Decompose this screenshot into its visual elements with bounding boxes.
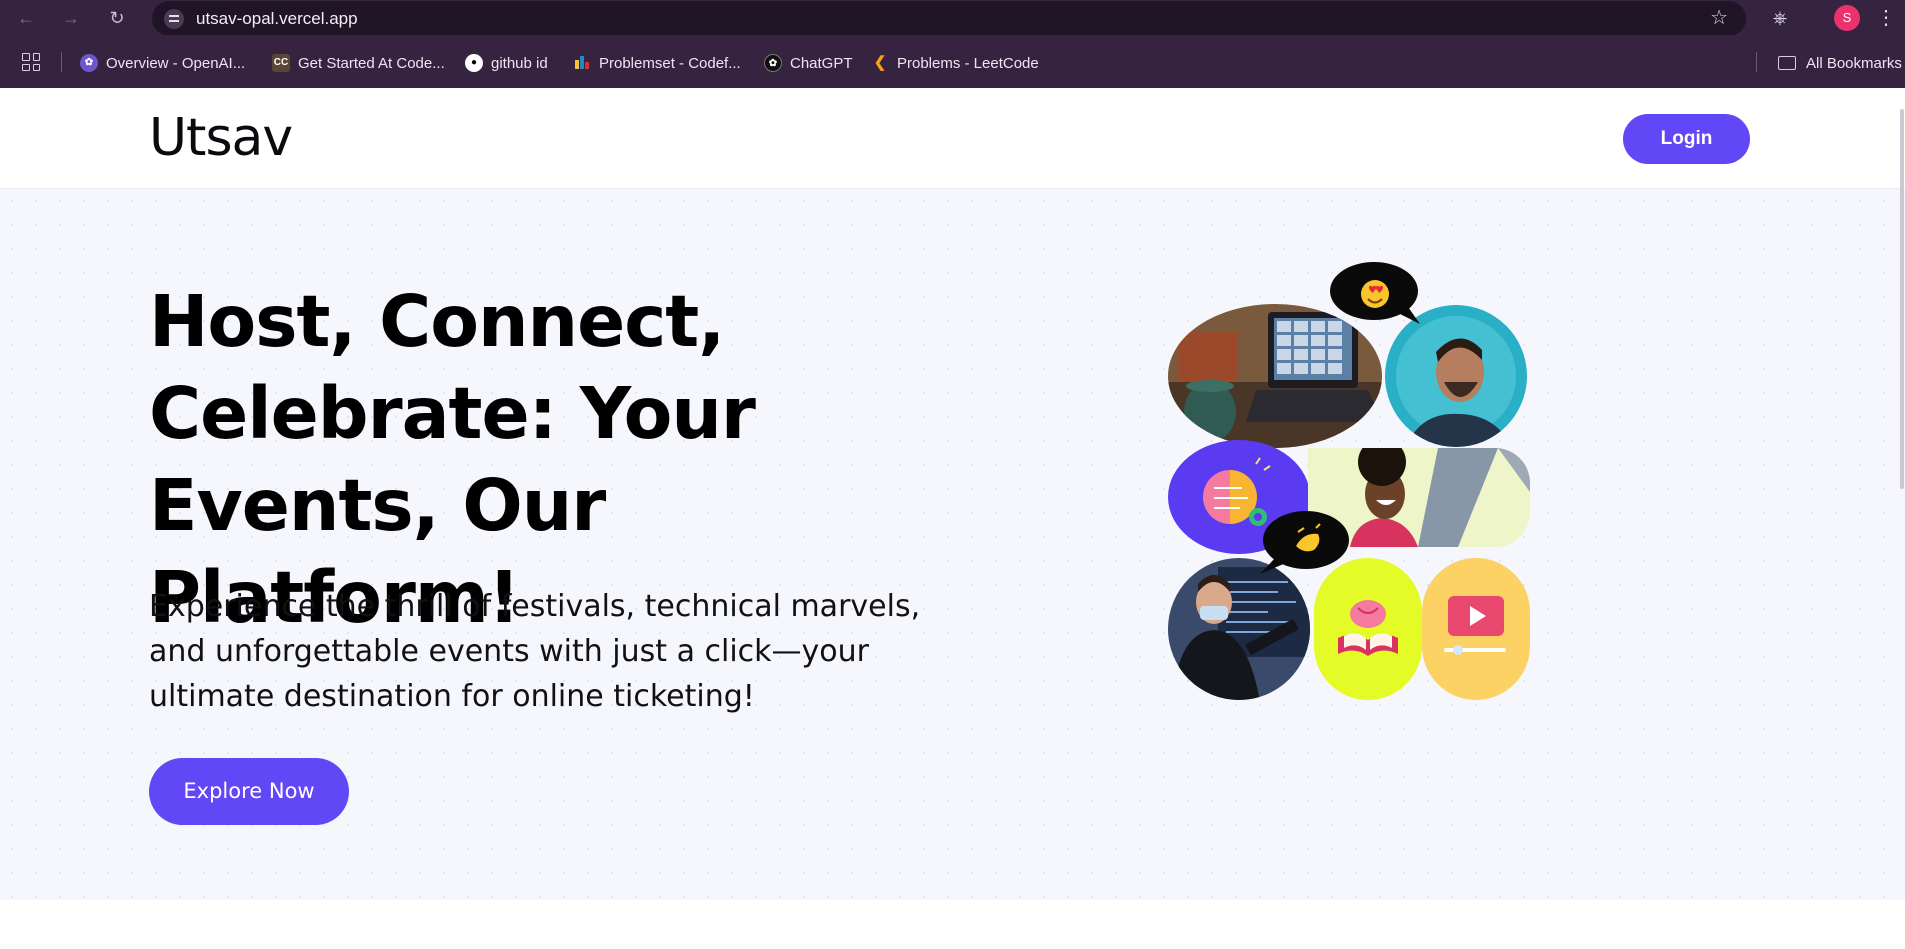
headline-line: Celebrate: Your (149, 372, 756, 455)
browser-toolbar: ← → ↻ utsav-opal.vercel.app ☆ ⎈ S ⋮ (0, 0, 1905, 36)
bookmarks-divider (1756, 52, 1757, 72)
leetcode-icon: ❮ (873, 54, 887, 71)
reload-icon[interactable]: ↻ (105, 6, 129, 30)
bookmark-codeforces[interactable]: Problemset - Codef... (573, 52, 741, 74)
profile-avatar[interactable]: S (1834, 5, 1860, 31)
hero-collage-illustration: ♥ ♥ (1168, 262, 1530, 700)
hero-subtext: Experience the thrill of festivals, tech… (149, 584, 949, 719)
bookmark-label: Overview - OpenAI... (106, 54, 246, 72)
folder-icon (1778, 56, 1796, 70)
all-bookmarks-button[interactable]: All Bookmarks (1778, 52, 1902, 74)
extensions-icon[interactable]: ⎈ (1768, 6, 1792, 30)
browser-menu-icon[interactable]: ⋮ (1876, 5, 1896, 31)
subtext-line: ultimate destination for online ticketin… (149, 679, 755, 714)
bookmarks-bar: ✿ Overview - OpenAI... CC Get Started At… (0, 35, 1905, 88)
bookmark-chatgpt[interactable]: ✿ ChatGPT (764, 52, 853, 74)
subtext-line: and unforgettable events with just a cli… (149, 634, 869, 669)
github-icon: ● (465, 54, 483, 72)
site-logo[interactable]: Utsav (149, 108, 293, 168)
hero-section: Host, Connect, Celebrate: Your Events, O… (0, 189, 1905, 900)
codechef-icon: CC (272, 54, 290, 72)
back-icon[interactable]: ← (14, 6, 38, 30)
svg-text:♥: ♥ (1375, 285, 1384, 296)
student-presenting-photo (1168, 558, 1310, 700)
site-header: Utsav Login (0, 88, 1905, 189)
explore-now-button[interactable]: Explore Now (149, 758, 349, 825)
openai-icon: ✿ (80, 54, 98, 72)
bookmark-codechef[interactable]: CC Get Started At Code... (272, 52, 445, 74)
login-button[interactable]: Login (1623, 114, 1750, 164)
laughing-man-photo (1385, 305, 1527, 447)
bookmark-label: ChatGPT (790, 54, 853, 72)
bookmark-github[interactable]: ● github id (465, 52, 548, 74)
bookmark-label: github id (491, 54, 548, 72)
site-info-icon[interactable] (164, 9, 184, 29)
bookmarks-divider (61, 52, 62, 72)
brain-book-tile (1314, 558, 1422, 700)
bookmark-leetcode[interactable]: ❮ Problems - LeetCode (871, 52, 1039, 74)
address-bar[interactable]: utsav-opal.vercel.app ☆ (152, 1, 1746, 36)
subtext-line: Experience the thrill of festivals, tech… (149, 589, 921, 624)
apps-grid-icon[interactable] (22, 53, 40, 71)
headline-line: Host, Connect, (149, 280, 725, 363)
url-text[interactable]: utsav-opal.vercel.app (196, 9, 358, 29)
codeforces-icon (573, 54, 591, 72)
bookmark-openai[interactable]: ✿ Overview - OpenAI... (80, 52, 245, 74)
bookmark-star-icon[interactable]: ☆ (1710, 7, 1728, 29)
all-bookmarks-label: All Bookmarks (1806, 54, 1902, 72)
page-body-below-hero (0, 900, 1905, 949)
video-call-photo (1168, 304, 1382, 448)
bookmark-label: Get Started At Code... (298, 54, 445, 72)
chatgpt-icon: ✿ (764, 54, 782, 72)
page-scrollbar[interactable] (1900, 109, 1904, 489)
bookmark-label: Problemset - Codef... (599, 54, 741, 72)
forward-icon[interactable]: → (59, 6, 83, 30)
bookmark-label: Problems - LeetCode (897, 54, 1039, 72)
heart-eyes-bubble: ♥ ♥ (1330, 262, 1420, 324)
video-player-tile (1422, 558, 1530, 700)
